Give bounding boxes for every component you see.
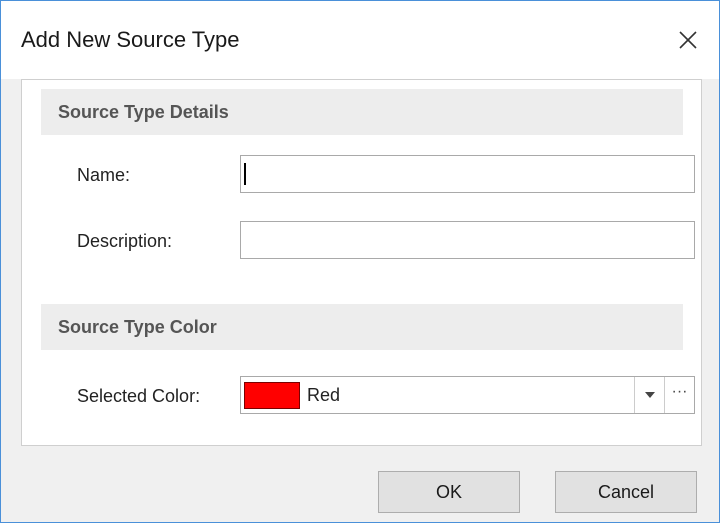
cancel-button[interactable]: Cancel <box>555 471 697 513</box>
add-source-type-dialog: Add New Source Type Source Type Details … <box>0 0 720 523</box>
color-more-button[interactable]: ··· <box>664 377 694 413</box>
text-caret <box>244 163 246 185</box>
ellipsis-icon: ··· <box>671 383 688 400</box>
selected-color-name: Red <box>307 385 341 405</box>
section-title-details: Source Type Details <box>58 102 229 122</box>
selected-color-label: Selected Color: <box>77 386 201 406</box>
color-swatch <box>244 382 300 409</box>
description-label: Description: <box>77 231 173 251</box>
color-picker-combo[interactable]: Red ··· <box>240 376 695 414</box>
section-header-color: Source Type Color <box>41 304 683 350</box>
section-title-color: Source Type Color <box>58 317 217 337</box>
name-input[interactable] <box>240 155 695 193</box>
description-input[interactable] <box>240 221 695 259</box>
close-button[interactable] <box>673 25 703 55</box>
title-bar: Add New Source Type <box>1 1 719 79</box>
dialog-title: Add New Source Type <box>21 27 240 52</box>
chevron-down-icon <box>645 392 655 398</box>
color-dropdown-button[interactable] <box>634 377 664 413</box>
form-panel: Source Type Details Name: Description: S… <box>21 79 702 446</box>
section-header-details: Source Type Details <box>41 89 683 135</box>
close-icon <box>679 31 697 49</box>
ok-button[interactable]: OK <box>378 471 520 513</box>
name-label: Name: <box>77 165 131 185</box>
